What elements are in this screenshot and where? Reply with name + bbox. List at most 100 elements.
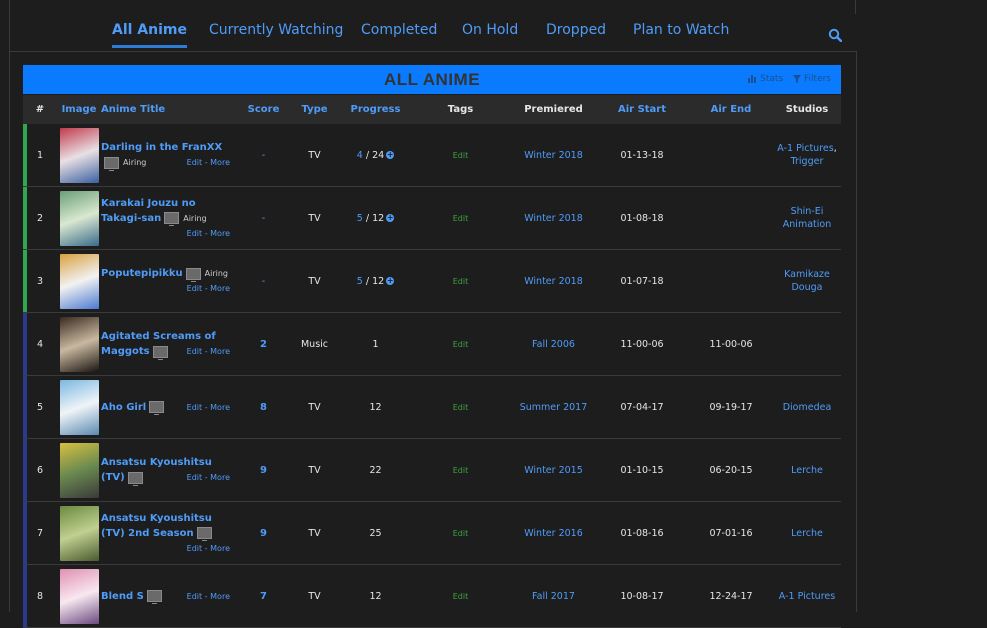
tab-all-anime[interactable]: All Anime — [112, 22, 187, 48]
type-cell: TV — [287, 124, 342, 187]
more-link[interactable]: More — [210, 544, 230, 553]
filters-link[interactable]: Filters — [793, 74, 831, 84]
edit-link[interactable]: Edit — [187, 158, 203, 167]
anime-cover-image[interactable] — [59, 379, 99, 435]
premiered-link[interactable]: Winter 2018 — [524, 276, 583, 287]
tv-icon[interactable] — [152, 345, 168, 360]
anime-cover-image[interactable] — [59, 127, 99, 183]
tab-dropped[interactable]: Dropped — [546, 22, 606, 38]
edit-link[interactable]: Edit — [187, 229, 203, 238]
anime-title-link[interactable]: Poputepipikku — [101, 268, 183, 279]
progress-cell: 5 / 12 + — [342, 186, 409, 250]
score-value[interactable]: - — [262, 213, 265, 224]
score-value[interactable]: 9 — [260, 465, 267, 476]
anime-cover-image[interactable] — [59, 442, 99, 498]
studios-cell: Kamikaze Douga — [773, 249, 841, 313]
col-air-end[interactable]: Air End — [689, 95, 773, 124]
col-title[interactable]: Anime Title — [101, 95, 240, 124]
studio-link[interactable]: Diomedea — [783, 402, 832, 413]
edit-link[interactable]: Edit — [187, 347, 203, 356]
edit-link[interactable]: Edit — [187, 284, 203, 293]
col-progress[interactable]: Progress — [342, 95, 409, 124]
premiered-link[interactable]: Winter 2018 — [524, 213, 583, 224]
filter-icon — [793, 74, 802, 83]
tags-edit-link[interactable]: Edit — [453, 340, 469, 349]
edit-link[interactable]: Edit — [187, 473, 203, 482]
more-link[interactable]: More — [210, 473, 230, 482]
premiered-link[interactable]: Winter 2015 — [524, 465, 583, 476]
col-air-start[interactable]: Air Start — [595, 95, 689, 124]
score-value[interactable]: 9 — [260, 528, 267, 539]
tv-icon[interactable] — [127, 471, 143, 486]
studio-link[interactable]: Shin-Ei Animation — [783, 206, 831, 230]
premiered-link[interactable]: Winter 2016 — [524, 528, 583, 539]
tv-icon[interactable] — [104, 156, 119, 171]
tab-completed[interactable]: Completed — [361, 22, 437, 38]
progress-separator: / — [362, 212, 373, 224]
anime-title-link[interactable]: Karakai Jouzu no Takagi-san — [101, 198, 196, 224]
studio-link[interactable]: Lerche — [791, 465, 823, 476]
studio-link[interactable]: A-1 Pictures — [777, 143, 833, 154]
tab-currently-watching[interactable]: Currently Watching — [209, 22, 343, 38]
tv-icon[interactable] — [149, 401, 165, 415]
stats-link[interactable]: Stats — [748, 74, 783, 84]
anime-cover-image[interactable] — [59, 190, 99, 246]
col-score[interactable]: Score — [240, 95, 287, 124]
tags-cell: Edit — [409, 312, 512, 376]
premiered-link[interactable]: Fall 2006 — [532, 339, 575, 350]
col-type[interactable]: Type — [287, 95, 342, 124]
anime-title-link[interactable]: Aho Girl — [101, 402, 146, 413]
score-value[interactable]: - — [262, 150, 265, 161]
col-image[interactable]: Image — [57, 95, 101, 124]
edit-link[interactable]: Edit — [187, 403, 203, 412]
tv-icon[interactable] — [196, 527, 212, 541]
increment-plus-icon[interactable]: + — [386, 277, 395, 285]
increment-plus-icon[interactable]: + — [386, 214, 395, 222]
tags-edit-link[interactable]: Edit — [453, 592, 469, 601]
tags-edit-link[interactable]: Edit — [453, 403, 469, 412]
anime-cover-image[interactable] — [59, 316, 99, 372]
tags-edit-link[interactable]: Edit — [453, 151, 469, 160]
more-link[interactable]: More — [210, 347, 230, 356]
premiered-link[interactable]: Winter 2018 — [524, 150, 583, 161]
progress-cell: 12 — [342, 564, 409, 628]
increment-plus-icon[interactable]: + — [386, 151, 395, 159]
more-link[interactable]: More — [210, 229, 230, 238]
anime-title-link[interactable]: Darling in the FranXX — [101, 142, 222, 153]
more-link[interactable]: More — [210, 158, 230, 167]
air-start-cell: 01-08-16 — [595, 501, 689, 565]
row-number-cell: 7 — [23, 501, 57, 565]
tv-icon[interactable] — [164, 212, 180, 226]
tab-plan-to-watch[interactable]: Plan to Watch — [633, 22, 729, 38]
premiered-link[interactable]: Fall 2017 — [532, 591, 575, 602]
premiered-link[interactable]: Summer 2017 — [520, 402, 588, 413]
anime-title-link[interactable]: Blend S — [101, 591, 144, 602]
score-value[interactable]: - — [262, 276, 265, 287]
search-icon[interactable] — [828, 28, 842, 42]
studio-link[interactable]: A-1 Pictures — [779, 591, 835, 602]
tags-edit-link[interactable]: Edit — [453, 529, 469, 538]
tags-edit-link[interactable]: Edit — [453, 466, 469, 475]
studio-link[interactable]: Lerche — [791, 528, 823, 539]
air-start-cell: 01-10-15 — [595, 438, 689, 502]
edit-link[interactable]: Edit — [187, 592, 203, 601]
score-value[interactable]: 2 — [260, 339, 267, 350]
anime-cover-image[interactable] — [59, 505, 99, 561]
anime-title-link[interactable]: Ansatsu Kyoushitsu (TV) 2nd Season — [101, 513, 212, 539]
more-link[interactable]: More — [210, 592, 230, 601]
score-value[interactable]: 8 — [260, 402, 267, 413]
studio-link[interactable]: Trigger — [791, 156, 824, 167]
tv-icon[interactable] — [146, 590, 162, 604]
anime-cover-image[interactable] — [59, 253, 99, 309]
more-link[interactable]: More — [210, 403, 230, 412]
edit-link[interactable]: Edit — [187, 544, 203, 553]
tags-edit-link[interactable]: Edit — [453, 214, 469, 223]
progress-separator: / — [362, 149, 373, 161]
tags-edit-link[interactable]: Edit — [453, 277, 469, 286]
more-link[interactable]: More — [210, 284, 230, 293]
tab-on-hold[interactable]: On Hold — [462, 22, 518, 38]
tv-icon[interactable] — [185, 267, 201, 282]
studio-link[interactable]: Kamikaze Douga — [784, 269, 830, 293]
score-value[interactable]: 7 — [260, 591, 267, 602]
anime-cover-image[interactable] — [59, 568, 99, 624]
